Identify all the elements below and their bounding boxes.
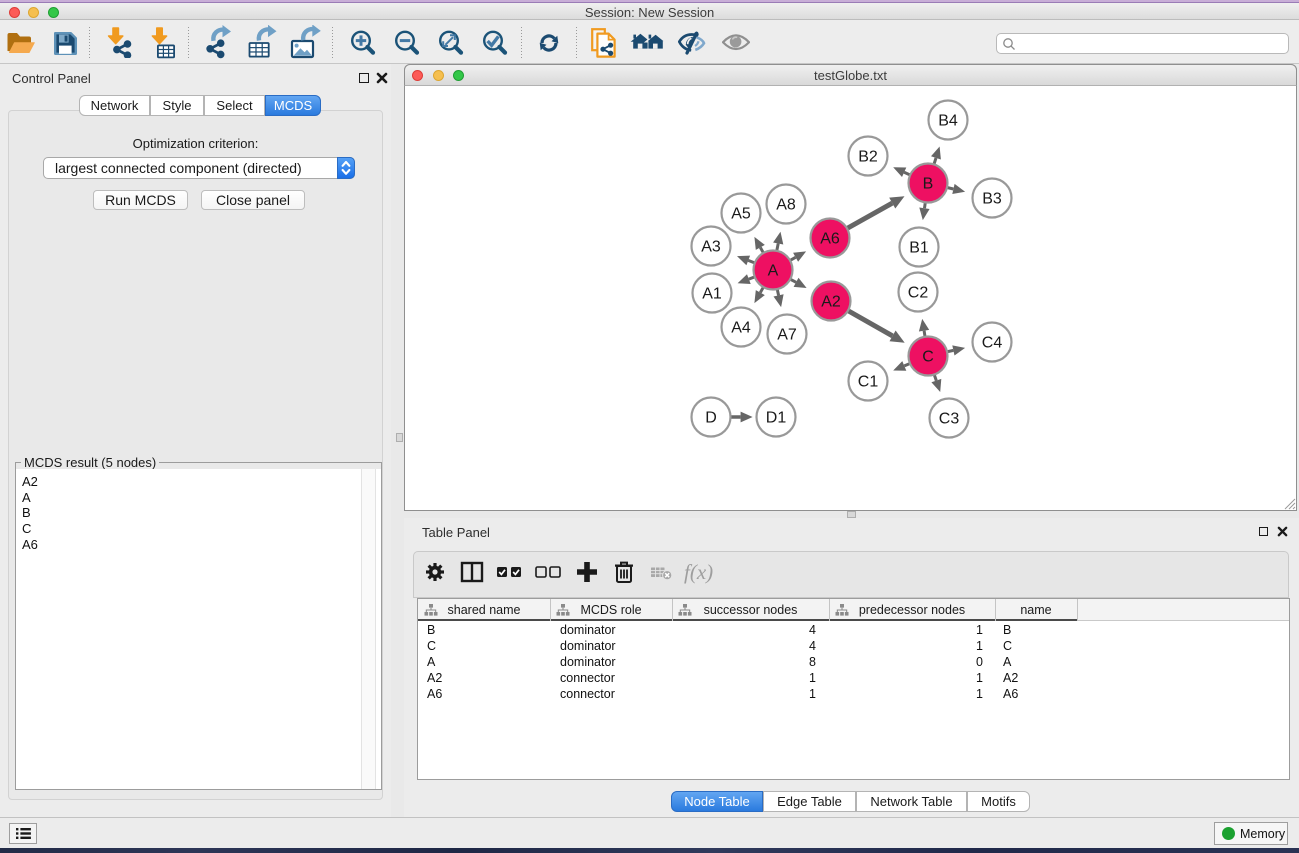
svg-text:A1: A1 [702, 286, 722, 303]
svg-text:B1: B1 [909, 240, 929, 257]
svg-text:C2: C2 [908, 285, 929, 302]
svg-text:B3: B3 [982, 191, 1002, 208]
svg-text:C4: C4 [982, 335, 1003, 352]
svg-text:C1: C1 [858, 374, 879, 391]
svg-text:A2: A2 [821, 294, 841, 311]
svg-text:D1: D1 [766, 410, 787, 427]
svg-text:D: D [705, 410, 717, 427]
svg-text:A3: A3 [701, 239, 721, 256]
svg-text:A8: A8 [776, 197, 796, 214]
svg-text:C: C [922, 349, 934, 366]
svg-text:C3: C3 [939, 411, 960, 428]
svg-text:A4: A4 [731, 320, 751, 337]
svg-text:B2: B2 [858, 149, 878, 166]
svg-text:A5: A5 [731, 206, 751, 223]
svg-text:A: A [768, 263, 779, 280]
svg-text:B: B [923, 176, 934, 193]
svg-text:A7: A7 [777, 327, 797, 344]
svg-text:A6: A6 [820, 231, 840, 248]
svg-text:B4: B4 [938, 113, 958, 130]
